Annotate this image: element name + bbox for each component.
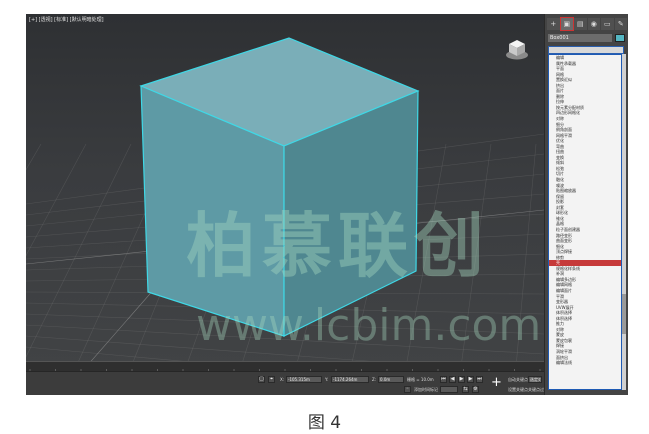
grid-line bbox=[26, 143, 87, 257]
previous-frame-icon[interactable]: ◀ bbox=[449, 376, 456, 383]
add-time-tag-icon[interactable]: ◦ bbox=[404, 386, 411, 393]
modifier-list-dropdown[interactable] bbox=[548, 46, 624, 54]
set-key-plus-icon[interactable]: + bbox=[490, 376, 503, 389]
box-object[interactable] bbox=[139, 37, 420, 337]
tab-modify-icon[interactable]: ▣ bbox=[559, 17, 574, 31]
grid-line bbox=[26, 143, 42, 171]
figure-caption: 图 4 bbox=[307, 413, 342, 433]
add-time-tag-button[interactable]: 添加时间标记 bbox=[414, 387, 438, 393]
object-color-swatch[interactable] bbox=[615, 34, 625, 42]
3dsmax-window: [+] [透视] [标准] [默认明暗处理] ▢ ⌖ X: -105.315m … bbox=[26, 14, 628, 395]
set-key-button[interactable]: 设置关键点 bbox=[508, 387, 528, 393]
selected-set-dropdown[interactable]: 选定对象 bbox=[528, 376, 542, 383]
tab-utilities-icon[interactable]: ✎ bbox=[614, 18, 627, 30]
tab-hierarchy-icon[interactable]: ▤ bbox=[574, 18, 587, 30]
time-config-icon[interactable]: ⚙ bbox=[472, 386, 479, 393]
command-panel-tabs: + ▣ ▤ ◉ ▭ ✎ bbox=[547, 17, 627, 31]
coord-y-label: Y: bbox=[325, 377, 329, 382]
object-name-field[interactable]: Box001 bbox=[548, 34, 612, 42]
modifier-list-scroll-thumb[interactable] bbox=[622, 294, 626, 334]
current-frame-field[interactable] bbox=[440, 386, 458, 393]
tab-motion-icon[interactable]: ◉ bbox=[587, 18, 600, 30]
modifier-list[interactable]: 编辑 属性承载器 平面 网格 置换近似 挤出 面片 删除 拉伸 按元素分配材质 四边形网格化 对称 细分… bbox=[548, 54, 622, 390]
lock-selection-icon[interactable]: ▢ bbox=[258, 376, 265, 383]
perspective-viewport[interactable]: [+] [透视] [标准] [默认明暗处理] bbox=[26, 14, 544, 367]
viewport-scene bbox=[26, 37, 544, 367]
viewport-label[interactable]: [+] [透视] [标准] [默认明暗处理] bbox=[29, 16, 104, 23]
time-slider-track[interactable] bbox=[26, 361, 544, 376]
coord-y-field[interactable]: -1174.264m bbox=[331, 376, 369, 383]
play-icon[interactable]: ▶ bbox=[458, 376, 465, 383]
go-to-end-icon[interactable]: ⏭ bbox=[476, 376, 483, 383]
coord-x-label: X: bbox=[280, 377, 285, 382]
grid-size-readout: 栅格 = 10.0m bbox=[407, 377, 434, 382]
key-mode-icon[interactable]: ⇆ bbox=[462, 386, 469, 393]
auto-key-button[interactable]: 自动关键点 bbox=[508, 377, 528, 383]
coord-z-label: Z: bbox=[372, 377, 377, 382]
tab-display-icon[interactable]: ▭ bbox=[601, 18, 614, 30]
coord-x-field[interactable]: -105.315m bbox=[286, 376, 322, 383]
command-panel: + ▣ ▤ ◉ ▭ ✎ Box001 编辑 属性承载器 平面 网格 置换近似 挤出 面片 删除 拉伸 按元素… bbox=[544, 14, 628, 395]
coord-z-field[interactable]: 0.0m bbox=[378, 376, 404, 383]
modifier-list-item[interactable]: 编辑法线 bbox=[549, 360, 621, 366]
tab-create-icon[interactable]: + bbox=[547, 18, 560, 30]
next-frame-icon[interactable]: ▶ bbox=[467, 376, 474, 383]
modifier-list-scrollbar[interactable] bbox=[622, 54, 626, 390]
go-to-start-icon[interactable]: ⏮ bbox=[440, 376, 447, 383]
absolute-mode-icon[interactable]: ⌖ bbox=[268, 376, 275, 383]
viewcube-icon[interactable] bbox=[504, 36, 530, 62]
status-bar: ▢ ⌖ X: -105.315m Y: -1174.264m Z: 0.0m 栅… bbox=[26, 371, 552, 395]
